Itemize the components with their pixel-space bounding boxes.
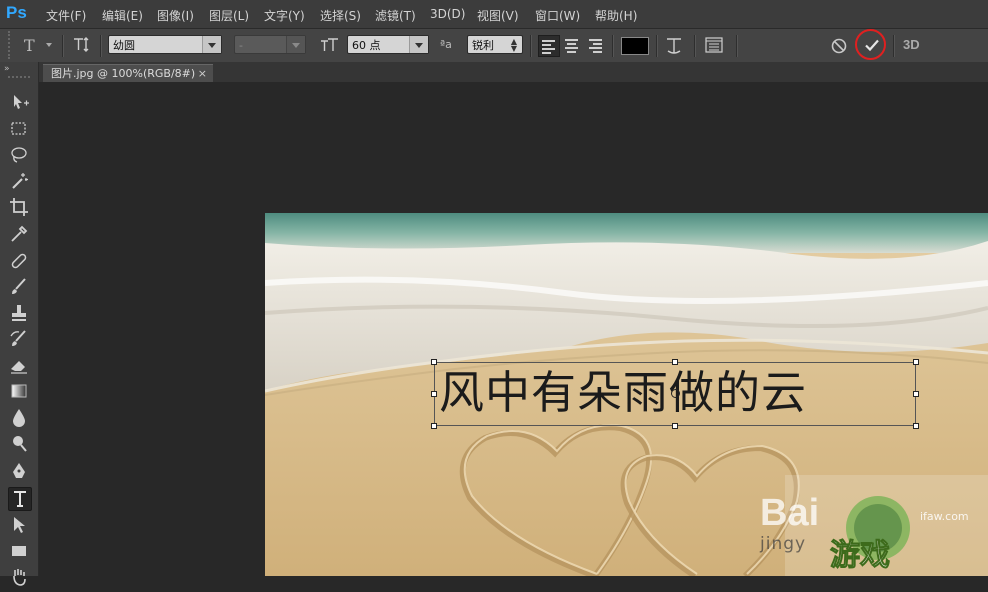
- game-site-watermark: 游戏: [830, 538, 891, 574]
- menu-window[interactable]: 窗口(W): [535, 7, 580, 24]
- transform-handle[interactable]: [672, 359, 678, 365]
- eyedropper-tool-icon[interactable]: [8, 223, 30, 245]
- rectangle-tool-icon[interactable]: [8, 540, 30, 562]
- options-bar-grip[interactable]: [8, 31, 18, 59]
- separator: [893, 35, 895, 57]
- marquee-tool-icon[interactable]: [8, 118, 30, 140]
- character-panel-icon[interactable]: [705, 37, 723, 53]
- font-style-select[interactable]: -: [234, 35, 306, 54]
- type-tool-preset-icon[interactable]: T: [24, 36, 35, 55]
- font-size-value: 60 点: [352, 39, 381, 52]
- blur-tool-icon[interactable]: [8, 406, 30, 428]
- menu-type[interactable]: 文字(Y): [264, 7, 305, 24]
- text-layer-bounding-box[interactable]: 风中有朵雨做的云: [431, 359, 919, 429]
- text-layer-content[interactable]: 风中有朵雨做的云: [439, 367, 807, 419]
- separator: [100, 35, 102, 57]
- preset-chevron-down-icon[interactable]: [46, 43, 52, 47]
- path-selection-tool-icon[interactable]: [8, 514, 30, 536]
- menu-file[interactable]: 文件(F): [46, 7, 86, 24]
- collapse-panel-icon[interactable]: »: [4, 64, 10, 74]
- menu-select[interactable]: 选择(S): [320, 7, 361, 24]
- transform-handle[interactable]: [431, 423, 437, 429]
- separator: [612, 35, 614, 57]
- eraser-tool-icon[interactable]: [8, 354, 30, 376]
- options-bar: T 幼圆 - 60 点 ªa 锐利 ▲ ▼ 3D: [0, 29, 988, 63]
- orientation-toggle-icon[interactable]: [72, 36, 92, 54]
- menu-layer[interactable]: 图层(L): [209, 7, 249, 24]
- transform-handle[interactable]: [913, 391, 919, 397]
- menu-help[interactable]: 帮助(H): [595, 7, 637, 24]
- antialias-value: 锐利: [472, 39, 494, 52]
- gradient-tool-icon[interactable]: [8, 380, 30, 402]
- font-size-icon: [320, 37, 340, 53]
- magic-wand-tool-icon[interactable]: [8, 170, 30, 192]
- transform-center-point[interactable]: [671, 389, 680, 398]
- transform-handle[interactable]: [431, 359, 437, 365]
- menu-view[interactable]: 视图(V): [477, 7, 519, 24]
- transform-handle[interactable]: [672, 423, 678, 429]
- move-tool-icon[interactable]: [8, 91, 30, 113]
- antialias-select[interactable]: 锐利 ▲ ▼: [467, 35, 523, 54]
- lasso-tool-icon[interactable]: [8, 144, 30, 166]
- pen-tool-icon[interactable]: [8, 460, 30, 482]
- site-url-watermark: ifaw.com: [920, 510, 969, 523]
- separator: [694, 35, 696, 57]
- baidu-watermark: Bai: [760, 492, 820, 534]
- align-left-button[interactable]: [538, 35, 560, 57]
- menu-3d[interactable]: 3D(D): [430, 7, 465, 21]
- menu-image[interactable]: 图像(I): [157, 7, 194, 24]
- menu-filter[interactable]: 滤镜(T): [375, 7, 416, 24]
- separator: [62, 35, 64, 57]
- history-brush-tool-icon[interactable]: [8, 328, 30, 350]
- jingyan-watermark: jingy: [760, 534, 807, 554]
- type-tool-icon[interactable]: [8, 487, 32, 511]
- transform-handle[interactable]: [913, 423, 919, 429]
- align-right-button[interactable]: [586, 35, 606, 55]
- document-tab[interactable]: 图片.jpg @ 100%(RGB/8#) ×: [43, 64, 213, 82]
- clone-stamp-tool-icon[interactable]: [8, 302, 30, 324]
- menu-bar: Ps 文件(F) 编辑(E) 图像(I) 图层(L) 文字(Y) 选择(S) 滤…: [0, 0, 988, 29]
- healing-brush-tool-icon[interactable]: [8, 250, 30, 272]
- menu-edit[interactable]: 编辑(E): [102, 7, 143, 24]
- separator: [530, 35, 532, 57]
- close-tab-icon[interactable]: ×: [198, 65, 207, 82]
- font-style-value: -: [239, 39, 243, 52]
- separator: [736, 35, 738, 57]
- align-center-button[interactable]: [562, 35, 582, 55]
- brush-tool-icon[interactable]: [8, 276, 30, 298]
- panel-grip[interactable]: [8, 76, 30, 78]
- dodge-tool-icon[interactable]: [8, 432, 30, 454]
- warp-text-icon[interactable]: [664, 35, 684, 57]
- highlight-circle: [855, 29, 886, 60]
- 3d-button[interactable]: 3D: [903, 37, 920, 52]
- transform-handle[interactable]: [431, 391, 437, 397]
- transform-handle[interactable]: [913, 359, 919, 365]
- photoshop-logo: Ps: [6, 3, 27, 22]
- font-size-select[interactable]: 60 点: [347, 35, 429, 54]
- crop-tool-icon[interactable]: [8, 196, 30, 218]
- font-family-select[interactable]: 幼圆: [108, 35, 222, 54]
- text-color-swatch[interactable]: [621, 37, 649, 55]
- cancel-edit-icon[interactable]: [830, 37, 848, 55]
- separator: [656, 35, 658, 57]
- tools-panel: »: [0, 62, 39, 586]
- document-tab-title: 图片.jpg @ 100%(RGB/8#): [51, 67, 196, 80]
- antialias-icon: ªa: [440, 38, 452, 51]
- hand-tool-icon[interactable]: [8, 566, 30, 588]
- font-family-value: 幼圆: [113, 39, 135, 52]
